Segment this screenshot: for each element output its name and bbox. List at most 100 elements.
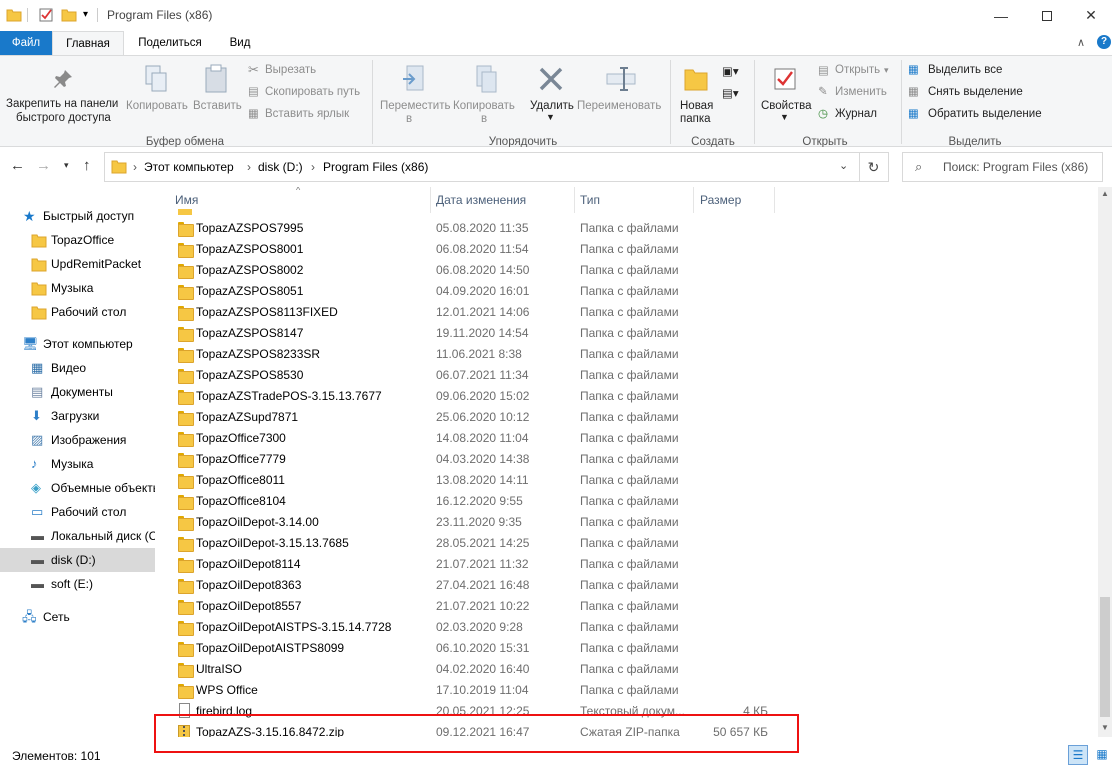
recent-locations-icon[interactable]: ▾ [64, 160, 69, 171]
open-button[interactable]: ▤ Открыть ▾ [816, 62, 896, 80]
table-row[interactable]: TopazOilDepot-3.15.13.7685 28.05.2021 14:… [164, 533, 814, 554]
table-row[interactable]: TopazAZSPOS8530 06.07.2021 11:34 Папка с ф… [164, 365, 814, 386]
table-row[interactable]: TopazOffice8011 13.08.2020 14:11 Папка с ф… [164, 470, 814, 491]
search-box[interactable]: ⌕ Поиск: Program Files (x86) [902, 152, 1103, 182]
chevron-down-icon[interactable]: ⌄ [839, 159, 848, 172]
table-row[interactable]: TopazAZSTradePOS-3.15.13.7677 09.06.2020 … [164, 386, 814, 407]
help-icon[interactable]: ? [1097, 35, 1111, 49]
column-header-type[interactable]: Тип [580, 193, 600, 207]
tab-file[interactable]: Файл [0, 31, 52, 55]
select-all-button[interactable]: ▦ Выделить все [906, 62, 1036, 80]
nav-pc-item[interactable]: ▨ Изображения [0, 428, 155, 452]
large-icons-view-icon[interactable]: ▦ [1092, 745, 1112, 765]
table-row[interactable]: TopazAZSPOS8002 06.08.2020 14:50 Папка с ф… [164, 260, 814, 281]
breadcrumb-this-pc[interactable]: Этот компьютер [144, 160, 234, 174]
scroll-up-icon[interactable]: ▲ [1101, 189, 1109, 198]
table-row[interactable]: TopazAZS-3.15.16.8472.zip 09.12.2021 16:4… [164, 722, 814, 737]
refresh-button[interactable]: ↻ [859, 152, 889, 182]
column-header-date[interactable]: Дата изменения [436, 193, 526, 207]
divider[interactable] [693, 187, 694, 213]
table-row[interactable]: TopazAZSPOS8113FIXED 12.01.2021 14:06 Папк… [164, 302, 814, 323]
column-header-size[interactable]: Размер [700, 193, 741, 207]
column-header-name[interactable]: Имя [175, 193, 198, 207]
table-row[interactable]: TopazOilDepotAISTPS-3.15.14.7728 02.03.20… [164, 617, 814, 638]
nav-quick-item[interactable]: Музыка [0, 276, 155, 300]
tab-view[interactable]: Вид [216, 31, 264, 55]
scrollbar-thumb[interactable] [1100, 597, 1110, 717]
new-folder-icon[interactable] [61, 7, 77, 23]
divider[interactable] [430, 187, 431, 213]
invert-selection-button[interactable]: ▦ Обратить выделение [906, 106, 1046, 124]
select-none-button[interactable]: ▦ Снять выделение [906, 84, 1036, 102]
table-row[interactable]: WPS Office 17.10.2019 11:04 Папка с файлам… [164, 680, 814, 701]
nav-pc-item[interactable]: ▬ soft (E:) [0, 572, 155, 596]
nav-quick-item[interactable]: Рабочий стол [0, 300, 155, 324]
minimize-button[interactable]: — [978, 0, 1024, 31]
table-row[interactable]: TopazAZSPOS8051 04.09.2020 16:01 Папка с ф… [164, 281, 814, 302]
table-row[interactable]: TopazAZSPOS8147 19.11.2020 14:54 Папка с ф… [164, 323, 814, 344]
table-row[interactable]: UltraISO 04.02.2020 16:40 Папка с файлами [164, 659, 814, 680]
tab-share[interactable]: Поделиться [128, 31, 212, 55]
table-row[interactable]: TopazOilDepot8557 21.07.2021 10:22 Папка с… [164, 596, 814, 617]
new-item-button[interactable]: ▣▾ [722, 64, 746, 82]
scroll-down-icon[interactable]: ▼ [1101, 723, 1109, 732]
paste-button[interactable]: Вставить [190, 58, 242, 130]
nav-quick-item[interactable]: TopazOffice [0, 228, 155, 252]
nav-this-pc[interactable]: 🖥 Этот компьютер [0, 332, 155, 356]
edit-button[interactable]: ✎ Изменить [816, 84, 896, 102]
nav-pc-item[interactable]: ◈ Объемные объекты [0, 476, 155, 500]
nav-pc-item[interactable]: ▬ disk (D:) [0, 548, 155, 572]
pin-quick-access-button[interactable]: Закрепить на панели быстрого доступа [2, 58, 124, 130]
table-row[interactable]: TopazOilDepot-3.14.00 23.11.2020 9:35 Папк… [164, 512, 814, 533]
history-button[interactable]: ◷ Журнал [816, 106, 896, 124]
table-row[interactable]: TopazOffice7300 14.08.2020 11:04 Папка с ф… [164, 428, 814, 449]
properties-check-icon[interactable] [38, 7, 54, 23]
properties-button[interactable]: Свойства ▼ [758, 58, 812, 130]
rename-button[interactable]: Переименовать [577, 58, 667, 130]
table-row[interactable]: TopazAZSPOS8233SR 11.06.2021 8:38 Папка с … [164, 344, 814, 365]
vertical-scrollbar[interactable]: ▲ ▼ [1098, 187, 1112, 737]
up-arrow-icon[interactable]: ↑ [83, 157, 91, 174]
move-to-button[interactable]: Переместить в [376, 58, 450, 130]
table-row[interactable]: firebird.log 20.05.2021 12:25 Текстовый до… [164, 701, 814, 722]
nav-pc-item[interactable]: ⬇ Загрузки [0, 404, 155, 428]
forward-arrow-icon[interactable]: → [36, 157, 51, 174]
table-row[interactable]: TopazAZSupd7871 25.06.2020 10:12 Папка с ф… [164, 407, 814, 428]
divider[interactable] [774, 187, 775, 213]
nav-pc-item[interactable]: ▭ Рабочий стол [0, 500, 155, 524]
cut-button[interactable]: ✂ Вырезать [246, 62, 366, 80]
divider[interactable] [574, 187, 575, 213]
back-arrow-icon[interactable]: ← [10, 157, 25, 174]
cell-name: TopazOilDepot8114 [196, 557, 301, 571]
nav-pc-item[interactable]: ▦ Видео [0, 356, 155, 380]
nav-pc-item[interactable]: ▬ Локальный диск (C:) [0, 524, 155, 548]
paste-shortcut-button[interactable]: ▦ Вставить ярлык [246, 106, 368, 124]
table-row[interactable]: TopazOffice8104 16.12.2020 9:55 Папка с фа… [164, 491, 814, 512]
copy-button[interactable]: Копировать [124, 58, 188, 130]
easy-access-button[interactable]: ▤▾ [722, 86, 746, 104]
nav-quick-item[interactable]: UpdRemitPacket [0, 252, 155, 276]
table-row[interactable]: TopazOilDepot8363 27.04.2021 16:48 Папка с… [164, 575, 814, 596]
close-button[interactable]: ✕ [1070, 0, 1112, 31]
nav-network[interactable]: 🖧 Сеть [0, 605, 155, 629]
copy-to-button[interactable]: Копировать в [451, 58, 521, 130]
table-row[interactable]: TopazOffice7779 04.03.2020 14:38 Папка с ф… [164, 449, 814, 470]
tab-home[interactable]: Главная [52, 31, 124, 56]
table-row[interactable]: TopazOilDepotAISTPS8099 06.10.2020 15:31 П… [164, 638, 814, 659]
nav-quick-access[interactable]: ★ Быстрый доступ [0, 204, 155, 228]
breadcrumb-disk-d[interactable]: disk (D:) [258, 160, 303, 174]
new-folder-button[interactable]: Новая папка [676, 58, 720, 130]
maximize-button[interactable] [1024, 0, 1070, 31]
address-bar[interactable]: › Этот компьютер › disk (D:) › Program F… [104, 152, 860, 182]
table-row[interactable]: TopazAZSPOS8001 06.08.2020 11:54 Папка с ф… [164, 239, 814, 260]
table-row[interactable]: TopazAZSPOS7995 05.08.2020 11:35 Папка с ф… [164, 218, 814, 239]
collapse-ribbon-icon[interactable]: ∧ [1077, 36, 1085, 49]
quick-access-dropdown-icon[interactable]: ▾ [83, 9, 88, 20]
table-row[interactable]: TopazOilDepot8114 21.07.2021 11:32 Папка с… [164, 554, 814, 575]
delete-button[interactable]: Удалить ▼ [526, 58, 576, 130]
nav-pc-item[interactable]: ▤ Документы [0, 380, 155, 404]
details-view-icon[interactable]: ☰ [1068, 745, 1088, 765]
breadcrumb-program-files[interactable]: Program Files (x86) [323, 160, 428, 174]
copy-path-button[interactable]: ▤ Скопировать путь [246, 84, 368, 102]
nav-pc-item[interactable]: ♪ Музыка [0, 452, 155, 476]
